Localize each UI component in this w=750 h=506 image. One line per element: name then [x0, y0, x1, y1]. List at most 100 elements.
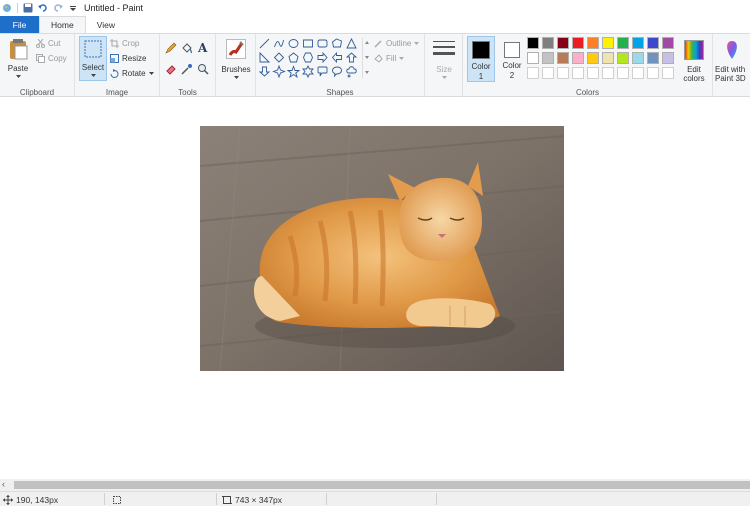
palette-color-swatch[interactable] [557, 52, 569, 64]
line-shape-icon[interactable] [259, 38, 270, 49]
rounded-rectangle-shape-icon[interactable] [317, 39, 328, 48]
hexagon-shape-icon[interactable] [303, 52, 313, 63]
tab-home[interactable]: Home [39, 16, 86, 33]
scissors-icon [36, 39, 45, 48]
rounded-callout-shape-icon[interactable] [317, 66, 328, 77]
rectangle-shape-icon[interactable] [303, 39, 313, 48]
canvas-image[interactable] [200, 126, 564, 371]
down-arrow-shape-icon[interactable] [259, 66, 271, 77]
palette-color-swatch[interactable] [662, 52, 674, 64]
palette-color-swatch[interactable] [632, 37, 644, 49]
pentagon-shape-icon[interactable] [288, 52, 299, 63]
edit-with-paint3d-button[interactable]: Edit with Paint 3D [713, 36, 750, 86]
color2-button[interactable]: Color 2 [499, 36, 525, 82]
image-group: Select Crop Resize Rotate Image [75, 34, 160, 98]
brushes-group: Brushes [216, 34, 256, 98]
magnifier-icon[interactable] [197, 63, 209, 75]
palette-color-swatch[interactable] [572, 37, 584, 49]
custom-color-slot[interactable] [632, 67, 644, 79]
four-point-star-shape-icon[interactable] [272, 64, 286, 79]
color-picker-icon[interactable] [181, 63, 193, 75]
edit-colors-button[interactable]: Edit colors [679, 36, 709, 86]
paste-button[interactable]: Paste [4, 36, 32, 80]
drawing-canvas-area[interactable] [0, 97, 750, 479]
copy-button[interactable]: Copy [36, 54, 67, 63]
resize-button[interactable]: Resize [110, 54, 146, 63]
right-arrow-shape-icon[interactable] [317, 51, 328, 64]
custom-color-slot[interactable] [647, 67, 659, 79]
scroll-left-icon[interactable]: ‹ [2, 479, 5, 489]
rotate-button[interactable]: Rotate [110, 69, 154, 78]
palette-color-swatch[interactable] [602, 52, 614, 64]
paint-app-icon[interactable] [2, 3, 12, 13]
rotate-icon [110, 69, 119, 78]
brushes-button[interactable]: Brushes [220, 36, 252, 86]
tab-file[interactable]: File [0, 16, 39, 33]
palette-color-swatch[interactable] [617, 52, 629, 64]
shapes-gallery[interactable] [259, 38, 371, 80]
palette-color-swatch[interactable] [647, 37, 659, 49]
palette-color-swatch[interactable] [557, 37, 569, 49]
eraser-icon[interactable] [165, 63, 177, 75]
custom-color-slot[interactable] [587, 67, 599, 79]
five-point-star-shape-icon[interactable] [286, 65, 301, 79]
palette-color-swatch[interactable] [587, 37, 599, 49]
palette-color-swatch[interactable] [527, 37, 539, 49]
fill-bucket-icon[interactable] [181, 42, 193, 54]
custom-color-slot[interactable] [617, 67, 629, 79]
horizontal-scrollbar[interactable]: ‹ [0, 479, 750, 491]
tab-view[interactable]: View [86, 16, 126, 33]
save-icon[interactable] [23, 3, 33, 13]
custom-color-slot[interactable] [527, 67, 539, 79]
oval-callout-shape-icon[interactable] [332, 66, 342, 78]
palette-color-swatch[interactable] [662, 37, 674, 49]
custom-color-slot[interactable] [572, 67, 584, 79]
triangle-shape-icon[interactable] [346, 38, 357, 49]
palette-color-swatch[interactable] [542, 37, 554, 49]
outline-button[interactable]: Outline [374, 39, 420, 48]
custom-color-slot[interactable] [542, 67, 554, 79]
image-size-indicator: 743 × 347px [222, 493, 282, 506]
fill-button[interactable]: Fill [374, 54, 405, 63]
text-icon[interactable]: A [197, 41, 209, 54]
palette-color-swatch[interactable] [602, 37, 614, 49]
up-arrow-shape-icon[interactable] [345, 52, 358, 63]
customize-dropdown-icon[interactable] [68, 3, 78, 13]
left-arrow-shape-icon[interactable] [331, 51, 342, 64]
palette-color-swatch[interactable] [632, 52, 644, 64]
select-dropdown-icon [91, 74, 96, 77]
palette-color-swatch[interactable] [572, 52, 584, 64]
undo-icon[interactable] [38, 3, 48, 13]
cursor-position-indicator: 190, 143px [3, 493, 58, 506]
pencil-icon[interactable] [165, 42, 177, 54]
oval-shape-icon[interactable] [288, 39, 299, 48]
diamond-shape-icon[interactable] [273, 52, 285, 63]
shapes-gallery-scroll[interactable] [362, 38, 370, 78]
palette-color-swatch[interactable] [587, 52, 599, 64]
copy-icon [36, 54, 45, 63]
color1-label: Color [471, 62, 491, 71]
custom-color-slot[interactable] [557, 67, 569, 79]
redo-icon[interactable] [53, 3, 63, 13]
tools-group: A Tools [160, 34, 216, 98]
six-point-star-shape-icon[interactable] [302, 64, 314, 79]
palette-color-swatch[interactable] [647, 52, 659, 64]
select-rectangle-icon [84, 40, 102, 58]
custom-color-slot[interactable] [602, 67, 614, 79]
colors-group: Color 1 Color 2 Edit colors Colors [463, 34, 713, 98]
curve-shape-icon[interactable] [274, 39, 284, 48]
cloud-callout-shape-icon[interactable] [346, 66, 357, 78]
color1-button[interactable]: Color 1 [467, 36, 495, 82]
palette-color-swatch[interactable] [527, 52, 539, 64]
select-button[interactable]: Select [79, 36, 107, 81]
scrollbar-thumb[interactable] [14, 481, 750, 489]
palette-color-swatch[interactable] [617, 37, 629, 49]
custom-color-slot[interactable] [662, 67, 674, 79]
right-triangle-shape-icon[interactable] [259, 51, 271, 63]
polygon-shape-icon[interactable] [332, 38, 343, 48]
palette-color-swatch[interactable] [542, 52, 554, 64]
cut-button[interactable]: Cut [36, 39, 60, 48]
crop-button[interactable]: Crop [110, 39, 139, 48]
size-button[interactable]: Size [429, 36, 459, 86]
paste-icon [10, 39, 28, 60]
